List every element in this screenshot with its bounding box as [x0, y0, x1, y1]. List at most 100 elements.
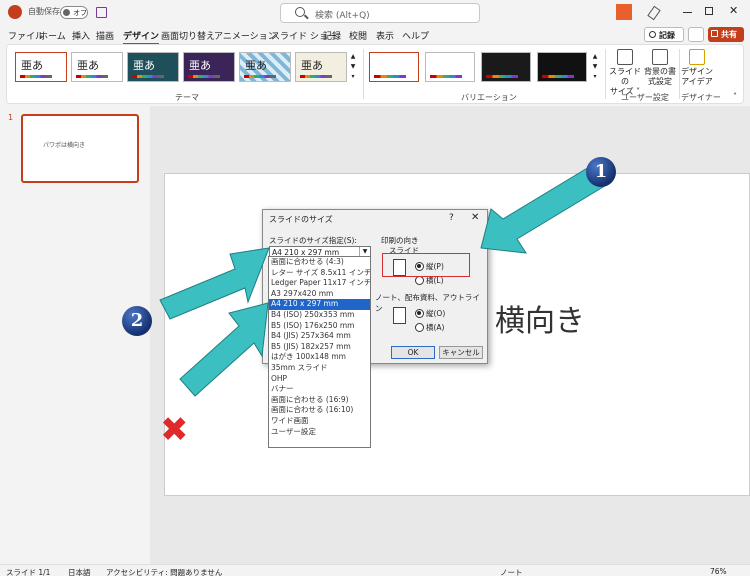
- theme-sample: 亜あ: [21, 59, 43, 72]
- portrait-highlight-box: [382, 253, 470, 277]
- variations-group-label: バリエーション: [461, 93, 517, 102]
- language[interactable]: 日本語: [68, 567, 91, 576]
- slide-size-label: スライドの: [609, 67, 641, 86]
- tab-draw[interactable]: 描画: [96, 29, 114, 42]
- ribbon-divider: [363, 49, 364, 99]
- notes-portrait-radio[interactable]: 縦(O): [415, 308, 445, 319]
- designer-label: アイデア: [681, 77, 713, 86]
- ok-button[interactable]: OK: [391, 346, 435, 359]
- search-placeholder: 検索 (Alt+Q): [315, 11, 370, 21]
- format-background-label: 背景の書: [644, 67, 676, 76]
- format-background-button[interactable]: 背景の書 式設定: [643, 49, 677, 87]
- theme-sample: 亜あ: [77, 59, 99, 72]
- slide-text[interactable]: 横向き: [495, 296, 585, 340]
- size-option[interactable]: Ledger Paper 11x17 インチ: [269, 278, 370, 289]
- slide-size-icon: [617, 49, 633, 65]
- dialog-title: スライドのサイズ: [269, 215, 333, 224]
- size-option[interactable]: OHP: [269, 374, 370, 385]
- variations-scroll[interactable]: ▲ ▼ ▾: [591, 52, 599, 82]
- size-option[interactable]: 画面に合わせる (16:9): [269, 395, 370, 406]
- ribbon-divider: [605, 49, 606, 99]
- theme-office-2[interactable]: 亜あ: [71, 52, 123, 82]
- help-icon[interactable]: ?: [449, 213, 454, 223]
- slide-thumbnail[interactable]: パワポは横向き: [21, 114, 139, 183]
- comments-icon[interactable]: [688, 27, 704, 42]
- designer-button[interactable]: デザイン アイデア: [681, 49, 713, 87]
- theme-checker[interactable]: 亜あ: [239, 52, 291, 82]
- notes-button[interactable]: ノート: [500, 567, 523, 576]
- tab-record[interactable]: 記録: [323, 29, 341, 42]
- ribbon: 亜あ 亜あ 亜あ 亜あ 亜あ 亜あ ▲ ▼ ▾ テーマ ▲ ▼ ▾ バリエーション スラ…: [6, 44, 744, 104]
- minimize-icon[interactable]: [683, 12, 692, 13]
- thumbnail-title: パワポは横向き: [43, 142, 86, 149]
- tab-insert[interactable]: 挿入: [72, 29, 90, 42]
- tab-design[interactable]: デザイン: [123, 29, 160, 45]
- tab-view[interactable]: 表示: [376, 29, 394, 42]
- share-label: 共有: [721, 30, 737, 39]
- step-1-badge: 1: [586, 157, 616, 187]
- size-option[interactable]: B4 (JIS) 257x364 mm: [269, 331, 370, 342]
- tab-home[interactable]: ホーム: [39, 29, 66, 42]
- size-label: スライドのサイズ指定(S):: [269, 236, 357, 245]
- record-label: 記録: [659, 31, 675, 40]
- size-option[interactable]: バナー: [269, 384, 370, 395]
- designer-label: デザイン: [681, 67, 713, 76]
- theme-teal[interactable]: 亜あ: [127, 52, 179, 82]
- tab-help[interactable]: ヘルプ: [402, 29, 429, 42]
- share-button[interactable]: 共有: [708, 27, 744, 42]
- size-option[interactable]: ユーザー設定: [269, 427, 370, 438]
- step-2-badge: 2: [122, 306, 152, 336]
- designer-icon: [689, 49, 705, 65]
- variation-1[interactable]: [369, 52, 419, 82]
- size-option[interactable]: ワイド画面: [269, 416, 370, 427]
- size-option[interactable]: 画面に合わせる (4:3): [269, 257, 370, 268]
- size-option[interactable]: 画面に合わせる (16:10): [269, 405, 370, 416]
- autosave-label: 自動保存: [28, 7, 60, 16]
- powerpoint-icon: [8, 5, 22, 19]
- tab-transitions[interactable]: 画面切り替え: [161, 29, 215, 42]
- cross-icon: ✖: [160, 410, 189, 450]
- size-option[interactable]: B4 (ISO) 250x353 mm: [269, 310, 370, 321]
- notes-landscape-radio[interactable]: 横(A): [415, 322, 444, 333]
- size-option[interactable]: レター サイズ 8.5x11 インチ: [269, 268, 370, 279]
- autosave-toggle[interactable]: オフ: [60, 6, 88, 19]
- themes-scroll[interactable]: ▲ ▼ ▾: [349, 52, 357, 82]
- size-option[interactable]: A4 210 x 297 mm: [269, 299, 370, 310]
- size-option[interactable]: A3 297x420 mm: [269, 289, 370, 300]
- size-option[interactable]: B5 (JIS) 182x257 mm: [269, 342, 370, 353]
- search-input[interactable]: 検索 (Alt+Q): [280, 3, 480, 23]
- pen-icon[interactable]: [647, 5, 661, 21]
- size-option[interactable]: はがき 100x148 mm: [269, 352, 370, 363]
- variation-3[interactable]: [481, 52, 531, 82]
- theme-sample: 亜あ: [301, 59, 323, 72]
- theme-office[interactable]: 亜あ: [15, 52, 67, 82]
- slide-count: スライド 1/1: [6, 568, 51, 576]
- format-background-icon: [652, 49, 668, 65]
- tab-review[interactable]: 校閲: [349, 29, 367, 42]
- dialog-close-icon[interactable]: ✕: [471, 212, 479, 223]
- cancel-button[interactable]: キャンセル: [439, 346, 483, 359]
- designer-group-label: デザイナー: [681, 93, 721, 102]
- close-icon[interactable]: ✕: [729, 4, 738, 17]
- save-icon[interactable]: [96, 7, 107, 18]
- record-button[interactable]: 記録: [644, 27, 684, 42]
- tab-animations[interactable]: アニメーション: [214, 29, 277, 42]
- slide-size-button[interactable]: スライドの サイズ ˅: [609, 49, 641, 97]
- notes-portrait-page-icon: [393, 307, 406, 324]
- accessibility-status[interactable]: アクセシビリティ: 問題ありません: [106, 567, 222, 576]
- theme-cream[interactable]: 亜あ: [295, 52, 347, 82]
- status-bar: スライド 1/1 日本語 アクセシビリティ: 問題ありません ノート 76%: [0, 564, 750, 576]
- theme-purple[interactable]: 亜あ: [183, 52, 235, 82]
- slide-size-options-list[interactable]: 画面に合わせる (4:3) レター サイズ 8.5x11 インチ Ledger Pa…: [268, 256, 371, 448]
- slide-thumbnail-panel: 1 パワポは横向き: [0, 106, 150, 564]
- collapse-ribbon-icon[interactable]: ˄: [733, 92, 737, 101]
- autosave-state: オフ: [73, 9, 87, 17]
- variation-2[interactable]: [425, 52, 475, 82]
- avatar[interactable]: [616, 4, 632, 20]
- maximize-icon[interactable]: [705, 7, 713, 15]
- ribbon-tabs: ファイル ホーム 挿入 描画 デザイン 画面切り替え アニメーション スライド …: [0, 26, 750, 45]
- zoom-level[interactable]: 76%: [710, 567, 727, 576]
- size-option[interactable]: B5 (ISO) 176x250 mm: [269, 321, 370, 332]
- variation-4[interactable]: [537, 52, 587, 82]
- size-option[interactable]: 35mm スライド: [269, 363, 370, 374]
